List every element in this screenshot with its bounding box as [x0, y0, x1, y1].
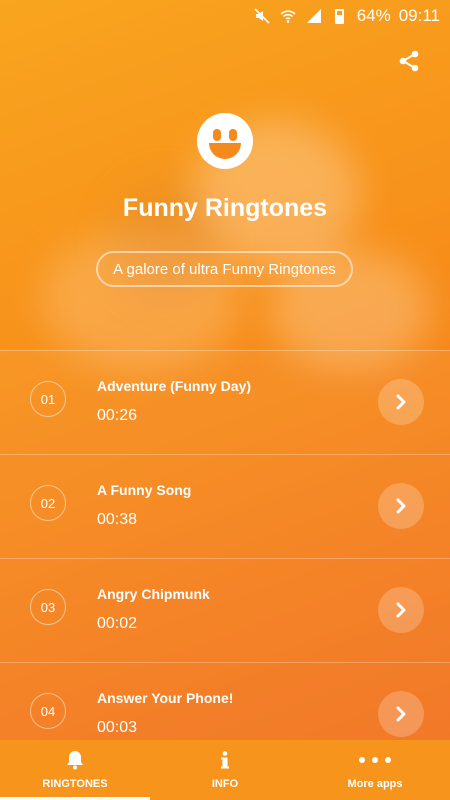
tab-info[interactable]: INFO [150, 740, 300, 800]
battery-icon [331, 7, 349, 25]
track-number: 01 [30, 381, 66, 417]
tagline-text: A galore of ultra Funny Ringtones [113, 260, 336, 278]
share-icon [399, 50, 419, 72]
track-duration: 00:38 [97, 511, 138, 528]
list-item[interactable]: 03 Angry Chipmunk 00:02 [0, 558, 450, 662]
tab-ringtones[interactable]: RINGTONES [0, 740, 150, 800]
ringtone-list: 01 Adventure (Funny Day) 00:26 02 A Funn… [0, 350, 450, 766]
info-icon [221, 750, 229, 770]
track-number: 02 [30, 485, 66, 521]
list-item[interactable]: 02 A Funny Song 00:38 [0, 454, 450, 558]
smiley-icon [197, 113, 253, 169]
tab-label: INFO [211, 778, 239, 790]
track-number: 03 [30, 589, 66, 625]
battery-percentage: 64% [356, 6, 391, 25]
chevron-right-icon [396, 394, 406, 410]
more-dots-icon [358, 750, 392, 770]
track-title: Angry Chipmunk [97, 586, 210, 602]
wifi-icon [279, 7, 297, 25]
mute-icon [253, 7, 271, 25]
track-number: 04 [30, 693, 66, 729]
track-title: A Funny Song [97, 482, 192, 498]
chevron-right-icon [396, 602, 406, 618]
signal-icon [305, 7, 323, 25]
play-button[interactable] [378, 483, 424, 529]
track-duration: 00:02 [97, 615, 138, 632]
track-duration: 00:26 [97, 407, 138, 424]
tagline-pill: A galore of ultra Funny Ringtones [96, 251, 353, 287]
share-button[interactable] [394, 46, 424, 76]
status-bar: 64% 09:11 [0, 0, 450, 32]
track-title: Adventure (Funny Day) [97, 378, 252, 394]
play-button[interactable] [378, 691, 424, 737]
track-title: Answer Your Phone! [97, 690, 234, 706]
play-button[interactable] [378, 379, 424, 425]
tab-label: RINGTONES [42, 778, 108, 790]
chevron-right-icon [396, 706, 406, 722]
bottom-nav: RINGTONES INFO More apps [0, 740, 450, 800]
clock: 09:11 [398, 6, 440, 25]
chevron-right-icon [396, 498, 406, 514]
tab-more-apps[interactable]: More apps [300, 740, 450, 800]
bell-icon [66, 750, 84, 770]
app-title: Funny Ringtones [122, 194, 328, 222]
tab-label: More apps [347, 778, 403, 790]
play-button[interactable] [378, 587, 424, 633]
list-item[interactable]: 01 Adventure (Funny Day) 00:26 [0, 350, 450, 454]
track-duration: 00:03 [97, 719, 138, 736]
